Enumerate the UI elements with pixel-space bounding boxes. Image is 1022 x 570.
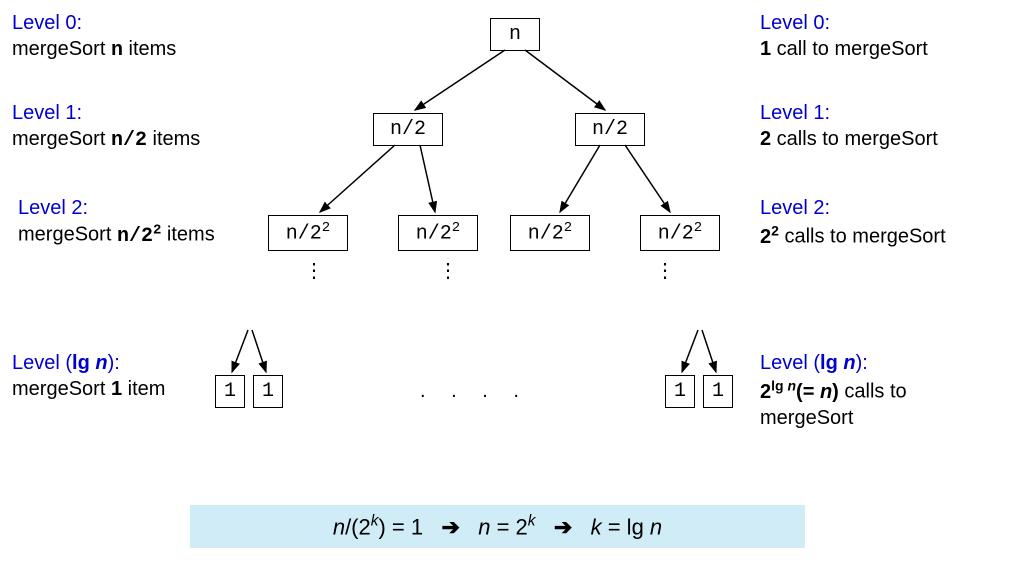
left-label-level0: Level 0: mergeSort n items bbox=[12, 10, 176, 64]
node-leaf-4: 1 bbox=[703, 375, 733, 408]
node-leaf-1: 1 bbox=[215, 375, 245, 408]
node-l2d: n/22 bbox=[640, 215, 720, 251]
vdots-1: ⋮ bbox=[304, 258, 324, 283]
node-l1b: n/2 bbox=[575, 113, 645, 146]
right-label-level0: Level 0: 1 call to mergeSort bbox=[760, 10, 928, 62]
node-leaf-3: 1 bbox=[665, 375, 695, 408]
tree-arrows bbox=[0, 0, 1022, 570]
node-l1a: n/2 bbox=[373, 113, 443, 146]
formula-bar: n/(2k) = 1 ➔ n = 2k ➔ k = lg n bbox=[190, 505, 805, 548]
right-label-level2: Level 2: 22 calls to mergeSort bbox=[760, 195, 946, 250]
vdots-3: ⋮ bbox=[655, 258, 675, 283]
right-label-levelk: Level (lg n): 2lg n(= n) calls to mergeS… bbox=[760, 350, 907, 431]
node-l2b: n/22 bbox=[398, 215, 478, 251]
node-l2a: n/22 bbox=[268, 215, 348, 251]
vdots-2: ⋮ bbox=[438, 258, 458, 283]
node-l2c: n/22 bbox=[510, 215, 590, 251]
right-label-level1: Level 1: 2 calls to mergeSort bbox=[760, 100, 938, 152]
node-root: n bbox=[490, 18, 540, 51]
hdots: . . . . bbox=[420, 380, 529, 403]
left-label-level1: Level 1: mergeSort n/2 items bbox=[12, 100, 200, 154]
node-leaf-2: 1 bbox=[253, 375, 283, 408]
left-label-level2: Level 2: mergeSort n/22 items bbox=[18, 195, 215, 250]
left-label-levelk: Level (lg n): mergeSort 1 item bbox=[12, 350, 165, 402]
